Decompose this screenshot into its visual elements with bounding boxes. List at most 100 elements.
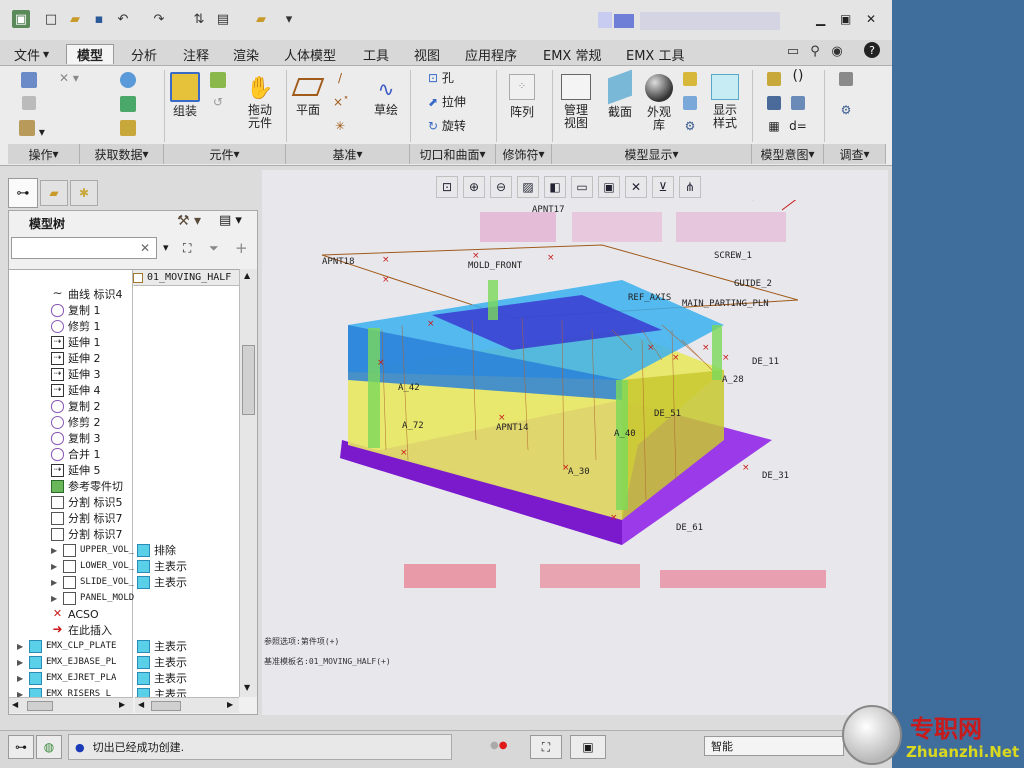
help-icon[interactable]: ?	[864, 42, 880, 58]
show-browser-icon[interactable]: ◍	[36, 735, 62, 759]
tree-item[interactable]: ▶ UPPER_VOL_	[51, 542, 134, 558]
tab-applications[interactable]: 应用程序	[465, 44, 517, 64]
publish-geometry-icon[interactable]	[788, 96, 808, 113]
select-box-icon[interactable]: ▣	[570, 735, 606, 759]
clear-search-icon[interactable]: ✕	[140, 241, 150, 255]
tree-item[interactable]: ▶ LOWER_VOL_	[51, 558, 134, 574]
parameters-icon[interactable]: ()	[788, 69, 808, 83]
new-icon[interactable]: □	[42, 10, 60, 28]
minimize-icon[interactable]: ▁	[816, 12, 825, 26]
tree-item[interactable]: ➜ 在此插入	[51, 622, 112, 638]
user-defined-feature-icon[interactable]	[118, 72, 138, 91]
tree-settings-icon[interactable]: ⚒ ▾	[177, 213, 201, 229]
copy-geometry-icon[interactable]	[118, 96, 138, 115]
tree-item[interactable]: ⇢ 延伸 5	[51, 462, 101, 478]
tab-view[interactable]: 视图	[414, 44, 440, 64]
scroll-down-icon[interactable]: ▼	[244, 683, 250, 692]
tab-file[interactable]: 文件 ▼	[14, 44, 49, 64]
axis-icon[interactable]: /	[330, 72, 350, 85]
customize-icon[interactable]: ▾	[280, 10, 298, 28]
tree-item[interactable]: ▶ EMX_EJRET_PLA	[17, 670, 116, 686]
group-operations[interactable]: 操作 ▾	[8, 144, 80, 164]
tree-item[interactable]: ▶ EMX_CLP_PLATE	[17, 638, 116, 654]
shrinkwrap-icon[interactable]	[118, 120, 138, 139]
investigate-icon[interactable]	[836, 72, 856, 89]
group-components[interactable]: 元件 ▾	[164, 144, 286, 164]
add-icon[interactable]: +	[235, 239, 248, 257]
regenerate-button[interactable]	[14, 72, 44, 91]
regenerate-icon[interactable]: ⇅	[190, 10, 208, 28]
relations-icon[interactable]: d=	[788, 120, 808, 133]
tree-item[interactable]: ▶ SLIDE_VOL_	[51, 574, 134, 590]
create-component-icon[interactable]	[208, 72, 228, 91]
close-icon[interactable]: ✕	[866, 12, 876, 26]
windows-icon[interactable]: ▤	[214, 10, 232, 28]
tree-item[interactable]: 分割 标识7	[51, 510, 123, 526]
tree-search-input[interactable]: ✕	[11, 237, 157, 259]
redo-icon[interactable]: ↷	[150, 10, 168, 28]
tree-item[interactable]: 参考零件切	[51, 478, 123, 494]
display-style-icon[interactable]: ◧	[544, 176, 566, 198]
tree-item[interactable]: ⇢ 延伸 2	[51, 350, 101, 366]
tree-item[interactable]: ✕ ACSO	[51, 606, 99, 622]
datum-display-icon[interactable]: ✕	[625, 176, 647, 198]
tree-item[interactable]: 分割 标识7	[51, 526, 123, 542]
folder-icon[interactable]: ▰	[252, 10, 270, 28]
open-icon[interactable]: ▰	[66, 10, 84, 28]
tab-annotate[interactable]: 注释	[183, 44, 209, 64]
group-modifiers[interactable]: 修饰符 ▾	[496, 144, 552, 164]
tab-render[interactable]: 渲染	[233, 44, 259, 64]
group-investigate[interactable]: 调查 ▾	[824, 144, 886, 164]
expand-icon[interactable]: ▶	[17, 674, 27, 683]
expand-icon[interactable]: ▶	[51, 546, 61, 555]
scroll-thumb[interactable]	[242, 345, 255, 415]
delete-button[interactable]: ✕ ▾	[54, 72, 84, 85]
show-navigator-icon[interactable]: ⊶	[8, 735, 34, 759]
tree-item[interactable]: 修剪 2	[51, 414, 101, 430]
saved-orientations-icon[interactable]: ▭	[571, 176, 593, 198]
expand-icon[interactable]: ▶	[17, 690, 27, 698]
favorites-tab-icon[interactable]: ✱	[70, 180, 98, 206]
model-tree-tab-icon[interactable]: ⊶	[8, 178, 38, 208]
maximize-icon[interactable]: ▣	[840, 12, 851, 26]
assemble-button[interactable]: 组装	[166, 72, 204, 118]
spin-center-icon[interactable]: ⋔	[679, 176, 701, 198]
collapse-ribbon-icon[interactable]: ▭	[784, 42, 802, 60]
hole-button[interactable]: ⊡ 孔	[428, 72, 478, 85]
repaint-icon[interactable]: ▨	[517, 176, 539, 198]
tree-item[interactable]: ▶ EMX_RISERS_L	[17, 686, 111, 697]
tree-item[interactable]: ▶ PANEL_MOLD	[51, 590, 134, 606]
undo-icon[interactable]: ↶	[114, 10, 132, 28]
tree-item[interactable]: ⇢ 延伸 4	[51, 382, 101, 398]
tab-emx-general[interactable]: EMX 常规	[543, 44, 601, 64]
display-style-button[interactable]: 显示样式	[704, 74, 746, 130]
sketch-button[interactable]: ∿ 草绘	[366, 74, 406, 117]
mechanism-icon[interactable]: ⚙	[836, 104, 856, 117]
orient-icon[interactable]	[680, 96, 700, 113]
group-datum[interactable]: 基准 ▾	[286, 144, 410, 164]
manage-views-button[interactable]: 管理视图	[556, 74, 596, 130]
filter-icon[interactable]: ⏷	[209, 241, 219, 256]
scroll-up-icon[interactable]: ▲	[244, 271, 250, 280]
tree-item[interactable]: ▶ EMX_EJBASE_PL	[17, 654, 116, 670]
column-horizontal-scrollbar[interactable]: ◀ ▶	[135, 697, 239, 713]
point-icon[interactable]: ×˟	[330, 96, 352, 109]
folder-browser-tab-icon[interactable]: ▰	[40, 180, 68, 206]
group-model-display[interactable]: 模型显示 ▾	[552, 144, 752, 164]
expand-icon[interactable]: ▶	[51, 578, 61, 587]
tree-item[interactable]: 复制 1	[51, 302, 101, 318]
spin-center-icon[interactable]: ⚙	[680, 120, 700, 133]
family-table-icon[interactable]	[764, 72, 784, 89]
revolve-button[interactable]: ↻ 旋转	[428, 120, 484, 133]
tree-vertical-scrollbar[interactable]: ▲ ▼	[239, 269, 257, 697]
tree-item[interactable]: 合并 1	[51, 446, 101, 462]
find-icon[interactable]: ⛶	[183, 241, 191, 256]
expand-icon[interactable]: ▶	[17, 658, 27, 667]
regenerate-component-icon[interactable]: ↺	[208, 96, 228, 109]
tree-horizontal-scrollbar[interactable]: ◀ ▶	[9, 697, 133, 713]
zoom-out-icon[interactable]: ⊖	[490, 176, 512, 198]
tree-item[interactable]: ⇢ 延伸 3	[51, 366, 101, 382]
copy-button[interactable]	[14, 96, 44, 113]
switch-dimensions-icon[interactable]	[764, 96, 784, 113]
drag-components-button[interactable]: ✋ 拖动元件	[242, 74, 278, 130]
